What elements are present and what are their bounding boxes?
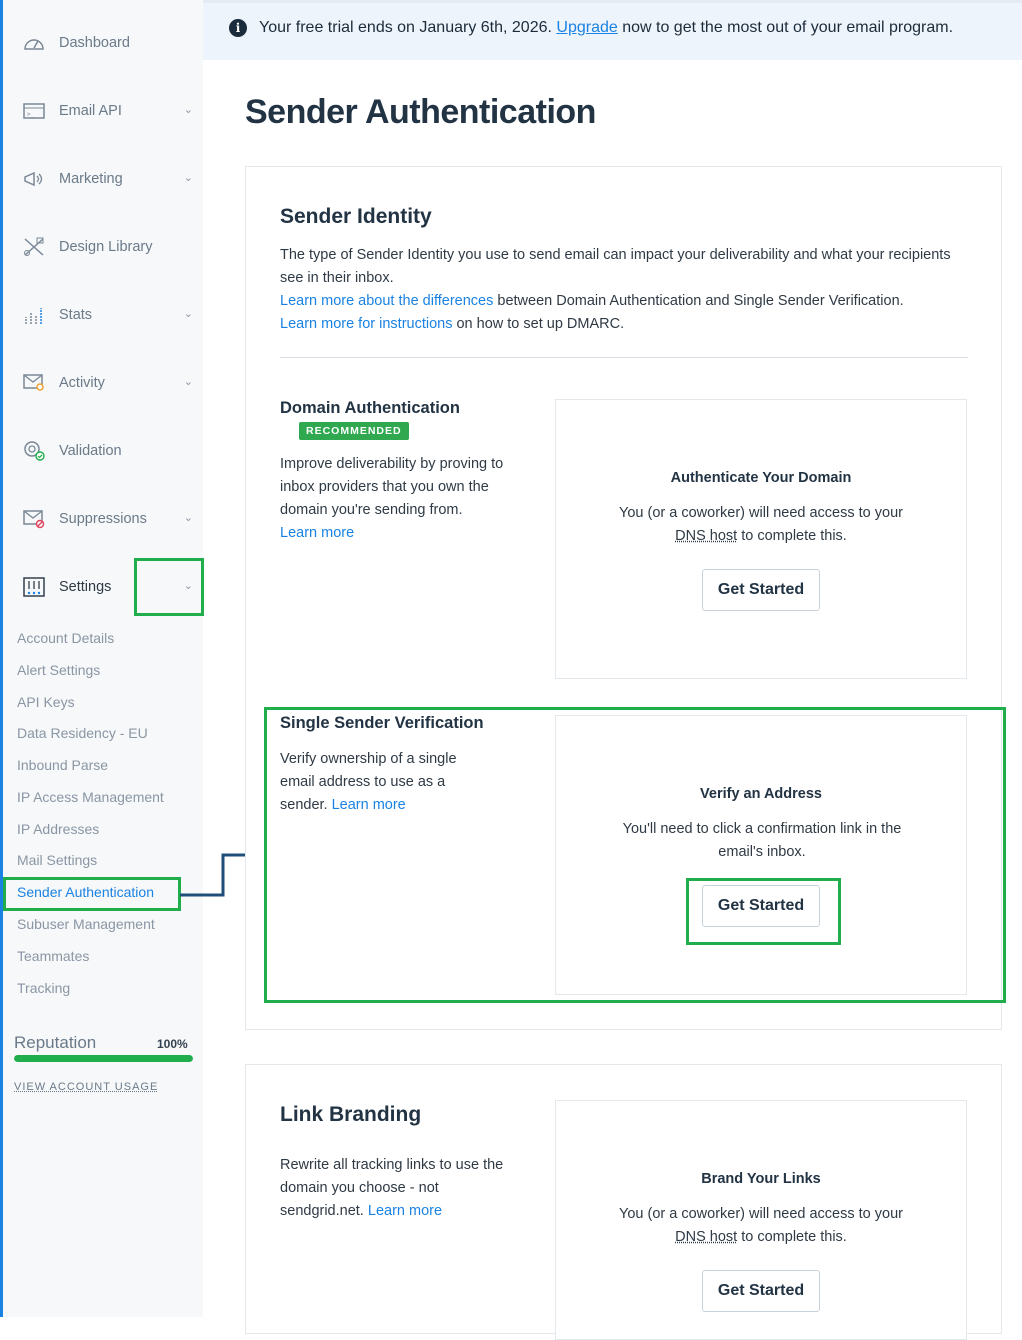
megaphone-icon	[21, 168, 47, 190]
at-check-icon	[21, 440, 47, 462]
sidebar-sub-mail-settings[interactable]: Mail Settings	[17, 852, 97, 868]
sidebar: Dashboard >_ Email API ⌄ Marketing ⌄ Des…	[0, 0, 203, 1317]
chevron-down-icon[interactable]: ⌄	[184, 307, 193, 320]
link-branding-get-started-button[interactable]: Get Started	[702, 1270, 820, 1312]
recommended-badge: RECOMMENDED	[299, 422, 409, 440]
sidebar-item-settings[interactable]: Settings ⌄	[21, 572, 199, 602]
upgrade-link[interactable]: Upgrade	[556, 19, 617, 36]
sidebar-item-validation[interactable]: Validation	[21, 436, 199, 466]
panel-description: You'll need to click a confirmation link…	[622, 821, 902, 860]
chevron-down-icon[interactable]: ⌄	[184, 171, 193, 184]
svg-text:>_: >_	[27, 111, 35, 118]
sidebar-sub-account-details[interactable]: Account Details	[17, 630, 114, 646]
sidebar-item-activity[interactable]: Activity ⌄	[21, 368, 199, 398]
chevron-down-icon[interactable]: ⌄	[184, 579, 193, 592]
sliders-icon	[21, 576, 47, 598]
sender-identity-description: The type of Sender Identity you use to s…	[280, 247, 951, 332]
terminal-icon: >_	[21, 100, 47, 122]
sidebar-item-dashboard[interactable]: Dashboard	[21, 28, 199, 58]
sidebar-sub-ip-access-management[interactable]: IP Access Management	[17, 789, 164, 805]
reputation-bar-fill	[14, 1055, 193, 1062]
single-sender-title: Single Sender Verification	[280, 714, 484, 732]
sidebar-sub-inbound-parse[interactable]: Inbound Parse	[17, 757, 108, 773]
sidebar-item-design-library[interactable]: Design Library	[21, 232, 199, 262]
sidebar-sub-tracking[interactable]: Tracking	[17, 980, 70, 996]
info-icon: i	[229, 19, 247, 37]
sidebar-item-label: Activity	[59, 375, 105, 391]
page-title: Sender Authentication	[245, 93, 596, 131]
envelope-search-icon	[21, 372, 47, 394]
sidebar-item-label: Marketing	[59, 171, 123, 187]
sidebar-item-label: Email API	[59, 103, 122, 119]
trial-banner-text: Your free trial ends on January 6th, 202…	[259, 19, 954, 36]
chevron-down-icon[interactable]: ⌄	[184, 375, 193, 388]
link-branding-learn-more-link[interactable]: Learn more	[368, 1203, 442, 1219]
single-sender-get-started-button[interactable]: Get Started	[702, 885, 820, 927]
link-branding-title: Link Branding	[280, 1103, 422, 1126]
sidebar-item-marketing[interactable]: Marketing ⌄	[21, 164, 199, 194]
sidebar-item-label: Validation	[59, 443, 122, 459]
sidebar-sub-data-residency[interactable]: Data Residency - EU	[17, 725, 148, 741]
sender-identity-title: Sender Identity	[280, 205, 432, 228]
divider	[280, 357, 968, 358]
reputation-bar	[14, 1055, 193, 1062]
link-branding-description: Rewrite all tracking links to use the do…	[280, 1157, 504, 1219]
verify-address-panel: Verify an Address You'll need to click a…	[555, 715, 967, 995]
trial-banner: i Your free trial ends on January 6th, 2…	[203, 0, 1022, 60]
sidebar-sub-alert-settings[interactable]: Alert Settings	[17, 662, 100, 678]
panel-title: Brand Your Links	[701, 1171, 821, 1187]
gauge-icon	[21, 32, 47, 54]
sidebar-sub-ip-addresses[interactable]: IP Addresses	[17, 821, 99, 837]
domain-authentication-title: Domain Authentication	[280, 399, 460, 417]
sidebar-item-label: Dashboard	[59, 35, 130, 51]
reputation-label: Reputation	[14, 1033, 97, 1052]
chevron-down-icon[interactable]: ⌄	[184, 103, 193, 116]
domain-get-started-button[interactable]: Get Started	[702, 569, 820, 611]
bar-chart-icon	[21, 304, 47, 326]
sidebar-item-label: Settings	[59, 579, 112, 595]
single-sender-description: Verify ownership of a single email addre…	[280, 751, 457, 813]
sidebar-item-email-api[interactable]: >_ Email API ⌄	[21, 96, 199, 126]
sidebar-sub-api-keys[interactable]: API Keys	[17, 694, 75, 710]
sidebar-sub-sender-authentication[interactable]: Sender Authentication	[17, 884, 154, 900]
dmarc-instructions-link[interactable]: Learn more for instructions	[280, 316, 452, 332]
sidebar-item-label: Suppressions	[59, 511, 147, 527]
panel-description: You (or a coworker) will need access to …	[619, 505, 903, 544]
sidebar-item-stats[interactable]: Stats ⌄	[21, 300, 199, 330]
panel-description: You (or a coworker) will need access to …	[619, 1206, 903, 1245]
single-sender-learn-more-link[interactable]: Learn more	[332, 797, 406, 813]
domain-authentication-description: Improve deliverability by proving to inb…	[280, 456, 504, 541]
sidebar-item-suppressions[interactable]: Suppressions ⌄	[21, 504, 199, 534]
reputation-value: 100%	[157, 1037, 188, 1051]
sidebar-item-label: Design Library	[59, 239, 153, 255]
panel-title: Authenticate Your Domain	[670, 470, 852, 486]
panel-title: Verify an Address	[700, 786, 822, 802]
learn-differences-link[interactable]: Learn more about the differences	[280, 293, 493, 309]
sidebar-item-label: Stats	[59, 307, 93, 323]
domain-learn-more-link[interactable]: Learn more	[280, 525, 354, 541]
brand-links-panel: Brand Your Links You (or a coworker) wil…	[555, 1100, 967, 1340]
authenticate-domain-panel: Authenticate Your Domain You (or a cowor…	[555, 399, 967, 679]
chevron-down-icon[interactable]: ⌄	[184, 511, 193, 524]
envelope-block-icon	[21, 508, 47, 530]
sidebar-sub-teammates[interactable]: Teammates	[17, 948, 89, 964]
design-tools-icon	[21, 236, 47, 258]
sidebar-sub-subuser-management[interactable]: Subuser Management	[17, 916, 155, 932]
view-account-usage-link[interactable]: VIEW ACCOUNT USAGE	[14, 1081, 158, 1093]
